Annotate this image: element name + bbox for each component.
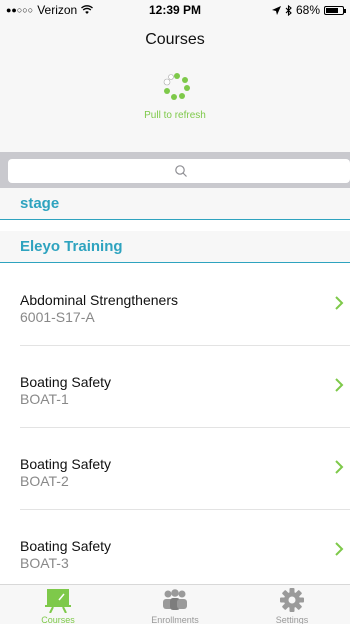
- section-header-stage: stage: [0, 188, 350, 220]
- chevron-right-icon: [335, 296, 344, 310]
- course-title: Boating Safety: [20, 538, 112, 554]
- status-right: 68%: [271, 3, 346, 17]
- chalkboard-icon: [45, 589, 71, 613]
- tab-bar: Courses Enrollments Settings: [0, 584, 350, 624]
- page-title: Courses: [145, 31, 205, 48]
- section-label: stage: [20, 195, 60, 212]
- chevron-right-icon: [335, 460, 344, 474]
- course-row[interactable]: Abdominal Strengtheners 6001-S17-A: [0, 264, 350, 345]
- search-bar: [0, 152, 350, 188]
- navigation-bar: Courses: [0, 20, 350, 66]
- course-code: BOAT-1: [20, 391, 69, 407]
- loading-spinner-icon: [163, 73, 190, 100]
- section-label: Eleyo Training: [20, 238, 123, 255]
- tab-label: Settings: [275, 615, 309, 624]
- tab-label: Enrollments: [151, 615, 199, 624]
- course-row[interactable]: Boating Safety BOAT-1: [0, 346, 350, 427]
- bluetooth-icon: [285, 4, 292, 16]
- chevron-right-icon: [335, 542, 344, 556]
- location-arrow-icon: [271, 5, 281, 15]
- course-row[interactable]: Boating Safety BOAT-2: [0, 428, 350, 509]
- tab-enrollments[interactable]: Enrollments: [117, 585, 233, 624]
- battery-icon: [324, 5, 346, 15]
- section-header-eleyo-training: Eleyo Training: [0, 231, 350, 263]
- pull-to-refresh-label: Pull to refresh: [144, 110, 206, 121]
- chevron-right-icon: [335, 378, 344, 392]
- tab-settings[interactable]: Settings: [234, 585, 350, 624]
- tab-courses[interactable]: Courses: [0, 585, 116, 624]
- course-title: Boating Safety: [20, 374, 112, 390]
- course-code: BOAT-3: [20, 555, 69, 571]
- course-title: Boating Safety: [20, 456, 112, 472]
- gear-icon: [280, 588, 304, 612]
- course-code: BOAT-2: [20, 473, 69, 489]
- course-code: 6001-S17-A: [20, 309, 95, 325]
- course-row[interactable]: Boating Safety BOAT-3: [0, 510, 350, 584]
- pull-to-refresh[interactable]: Pull to refresh: [0, 66, 350, 152]
- search-input[interactable]: [8, 159, 350, 183]
- search-icon: [175, 165, 187, 177]
- tab-label: Courses: [41, 615, 75, 624]
- battery-percent: 68%: [295, 3, 320, 17]
- people-icon: [163, 589, 187, 610]
- course-title: Abdominal Strengtheners: [20, 292, 178, 308]
- status-bar: ●●○○○ Verizon 12:39 PM 68%: [0, 0, 350, 20]
